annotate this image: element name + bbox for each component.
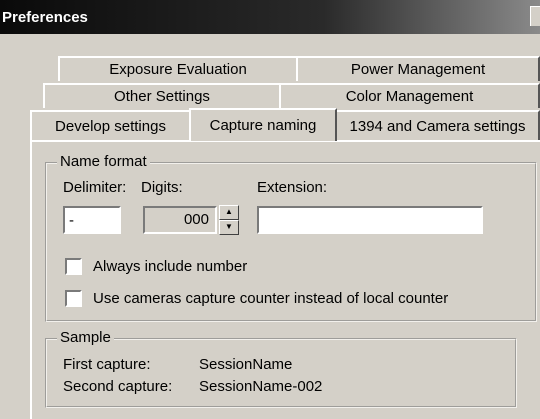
tab-color-management[interactable]: Color Management [279, 83, 540, 108]
first-capture-label: First capture: [63, 356, 151, 373]
arrow-down-icon: ▼ [225, 222, 233, 231]
extension-label: Extension: [257, 179, 328, 196]
window-title: Preferences [2, 8, 88, 26]
spin-down-button[interactable]: ▼ [219, 220, 239, 235]
tab-1394-and-camera-settings[interactable]: 1394 and Camera settings [335, 110, 540, 140]
second-capture-value: SessionName-002 [199, 378, 323, 395]
always-include-number-checkbox[interactable] [65, 258, 82, 275]
sample-group: Sample First capture: SessionName Second… [45, 329, 517, 408]
extension-input[interactable] [257, 206, 483, 234]
tab-exposure-evaluation[interactable]: Exposure Evaluation [58, 56, 298, 81]
spin-up-button[interactable]: ▲ [219, 205, 239, 220]
delimiter-label: Delimiter: [63, 179, 127, 196]
tab-power-management[interactable]: Power Management [296, 56, 540, 81]
digits-field[interactable]: 000 [143, 206, 217, 234]
tab-panel: Name format Delimiter: Digits: Extension… [30, 140, 540, 419]
tab-develop-settings[interactable]: Develop settings [30, 110, 191, 140]
digits-label: Digits: [141, 179, 183, 196]
title-bar: Preferences [0, 0, 540, 34]
arrow-up-icon: ▲ [225, 207, 233, 216]
use-camera-counter-label: Use cameras capture counter instead of l… [93, 290, 449, 307]
second-capture-label: Second capture: [63, 378, 173, 395]
delimiter-input[interactable] [63, 206, 121, 234]
close-icon[interactable] [530, 6, 540, 26]
use-camera-counter-checkbox[interactable] [65, 290, 82, 307]
name-format-group: Name format Delimiter: Digits: Extension… [45, 153, 537, 322]
name-format-legend: Name format [57, 153, 150, 170]
first-capture-value: SessionName [199, 356, 293, 373]
sample-legend: Sample [57, 329, 114, 346]
tab-capture-naming[interactable]: Capture naming [189, 108, 337, 141]
always-include-number-label: Always include number [93, 258, 248, 275]
tab-other-settings[interactable]: Other Settings [43, 83, 281, 108]
